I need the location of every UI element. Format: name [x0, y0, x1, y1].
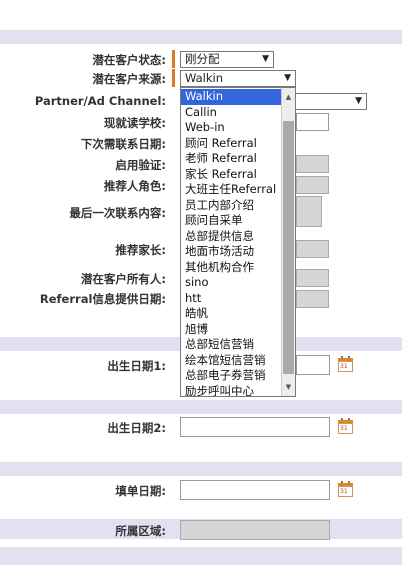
- calendar-icon[interactable]: 31: [338, 356, 353, 372]
- source-label: 潜在客户来源:: [92, 72, 166, 86]
- dropdown-option[interactable]: 地面市场活动: [181, 244, 285, 260]
- owner-label: 潜在客户所有人:: [80, 272, 166, 286]
- source-select[interactable]: Walkin ▼: [180, 70, 296, 87]
- dropdown-option[interactable]: htt: [181, 291, 285, 307]
- dropdown-option[interactable]: 励步呼叫中心: [181, 384, 285, 397]
- referrer-parent-input: [296, 240, 329, 258]
- dropdown-option[interactable]: 家长 Referral: [181, 167, 285, 183]
- dropdown-option[interactable]: 绘本馆短信营销: [181, 353, 285, 369]
- fill-date-label: 填单日期:: [115, 484, 166, 498]
- scroll-up-arrow[interactable]: ▲: [282, 90, 295, 104]
- school-label: 现就读学校:: [103, 116, 166, 130]
- dropdown-option[interactable]: 皓帆: [181, 306, 285, 322]
- referrer-parent-label: 推荐家长:: [115, 243, 166, 257]
- dropdown-option[interactable]: 顾问 Referral: [181, 136, 285, 152]
- required-marker: [172, 50, 175, 68]
- partner-label: Partner/Ad Channel:: [34, 94, 166, 108]
- source-row: 潜在客户来源: Walkin ▼: [0, 69, 402, 87]
- referrer-role-label: 推荐人角色:: [103, 179, 166, 193]
- dropdown-option[interactable]: 旭博: [181, 322, 285, 338]
- last-contact-label: 最后一次联系内容:: [69, 206, 166, 220]
- region-label: 所属区域:: [115, 524, 166, 538]
- last-contact-textarea: [296, 196, 322, 227]
- dropdown-option[interactable]: 总部短信营销: [181, 337, 285, 353]
- birthdate2-row: 出生日期2: 31: [0, 417, 402, 437]
- enable-verify-label: 启用验证:: [115, 158, 166, 172]
- status-label: 潜在客户状态:: [92, 53, 166, 67]
- calendar-icon[interactable]: 31: [338, 418, 353, 434]
- section-band: [0, 30, 402, 44]
- birthdate1-label: 出生日期1:: [107, 359, 166, 373]
- calendar-icon[interactable]: 31: [338, 481, 353, 497]
- dropdown-option[interactable]: 员工内部介绍: [181, 198, 285, 214]
- section-band: [0, 462, 402, 476]
- dropdown-option[interactable]: 顾问自采单: [181, 213, 285, 229]
- birthdate2-label: 出生日期2:: [107, 421, 166, 435]
- section-band: [0, 400, 402, 414]
- status-select-value: 刚分配: [185, 52, 220, 66]
- owner-input: [296, 269, 329, 287]
- dropdown-option[interactable]: 其他机构合作: [181, 260, 285, 276]
- region-input: [180, 520, 330, 540]
- source-select-value: Walkin: [185, 71, 224, 85]
- fill-date-input[interactable]: [180, 480, 330, 500]
- dropdown-option[interactable]: sino: [181, 275, 285, 291]
- scroll-down-arrow[interactable]: ▼: [282, 380, 295, 394]
- enable-verify-input: [296, 155, 329, 173]
- dropdown-option[interactable]: Walkin: [181, 89, 285, 105]
- source-dropdown-list[interactable]: Walkin Callin Web-in 顾问 Referral 老师 Referral…: [180, 87, 296, 397]
- status-row: 潜在客户状态: 刚分配 ▼: [0, 50, 402, 68]
- section-band: [0, 547, 402, 565]
- dropdown-option[interactable]: Web-in: [181, 120, 285, 136]
- birthdate1-input[interactable]: [296, 355, 330, 375]
- referral-date-input: [296, 290, 329, 308]
- next-contact-label: 下次需联系日期:: [80, 137, 166, 151]
- dropdown-option[interactable]: 总部电子券营销: [181, 368, 285, 384]
- referrer-role-input: [296, 176, 329, 194]
- birthdate2-input[interactable]: [180, 417, 330, 437]
- dropdown-scrollbar[interactable]: ▲ ▼: [281, 88, 295, 396]
- status-select[interactable]: 刚分配 ▼: [180, 51, 274, 68]
- required-marker: [172, 69, 175, 87]
- dropdown-option[interactable]: 大班主任Referral: [181, 182, 285, 198]
- scrollbar-thumb[interactable]: [283, 121, 294, 374]
- chevron-down-icon: ▼: [355, 96, 362, 106]
- dropdown-option[interactable]: 总部提供信息: [181, 229, 285, 245]
- school-input[interactable]: [296, 113, 329, 131]
- chevron-down-icon: ▼: [284, 73, 291, 83]
- referral-date-label: Referral信息提供日期:: [39, 292, 166, 306]
- dropdown-option[interactable]: 老师 Referral: [181, 151, 285, 167]
- fill-date-row: 填单日期: 31: [0, 480, 402, 500]
- dropdown-option[interactable]: Callin: [181, 105, 285, 121]
- region-row: 所属区域:: [0, 520, 402, 540]
- chevron-down-icon: ▼: [262, 54, 269, 64]
